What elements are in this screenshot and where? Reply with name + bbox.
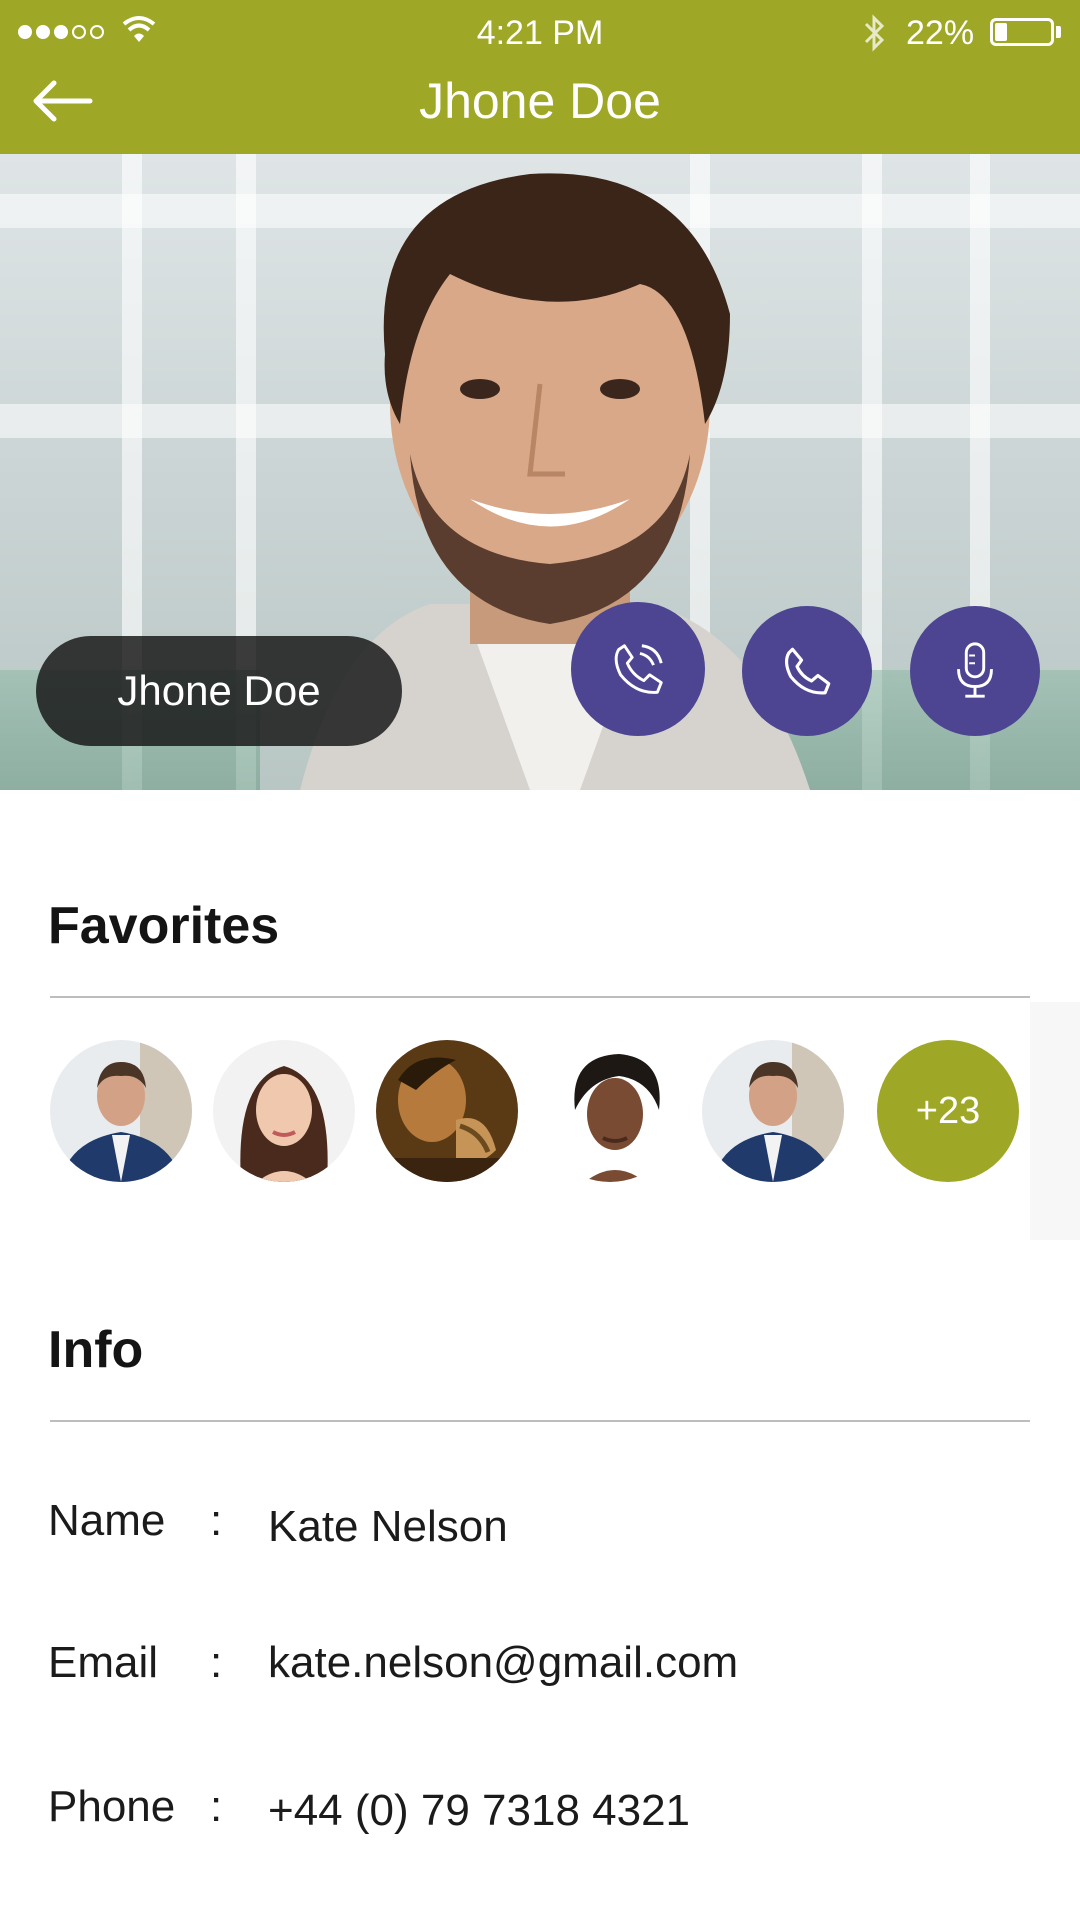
favorite-avatar[interactable] xyxy=(702,1040,844,1182)
page-title: Jhone Doe xyxy=(419,73,661,129)
favorites-list: +23 xyxy=(50,1040,1030,1182)
avatar-man-rope-icon xyxy=(376,1040,518,1182)
microphone-icon xyxy=(957,642,993,698)
app-header: 4:21 PM 22% Jhone Doe xyxy=(0,0,1080,154)
call-button[interactable] xyxy=(742,606,872,736)
status-bar: 4:21 PM 22% xyxy=(0,0,1080,64)
info-label: Name xyxy=(48,1496,166,1545)
favorite-avatar[interactable] xyxy=(50,1040,192,1182)
info-label: Phone xyxy=(48,1782,176,1831)
profile-name-badge: Jhone Doe xyxy=(36,636,402,746)
info-row-name: Name : Kate Nelson xyxy=(48,1496,1048,1556)
avatar-woman-curly-icon xyxy=(539,1040,681,1182)
bluetooth-icon xyxy=(864,14,885,52)
favorites-divider xyxy=(50,996,1030,998)
battery-percent: 22% xyxy=(906,14,975,52)
favorites-heading: Favorites xyxy=(48,897,280,955)
more-favorites-button[interactable]: +23 xyxy=(877,1040,1019,1182)
info-separator: : xyxy=(210,1782,223,1831)
info-heading: Info xyxy=(48,1321,144,1379)
info-value-name: Kate Nelson xyxy=(268,1502,508,1551)
favorite-avatar[interactable] xyxy=(213,1040,355,1182)
video-call-button[interactable] xyxy=(571,602,705,736)
info-row-phone: Phone : +44 (0) 79 7318 4321 xyxy=(48,1782,1048,1842)
info-value-phone[interactable]: +44 (0) 79 7318 4321 xyxy=(268,1786,690,1836)
profile-cover-photo: Jhone Doe xyxy=(0,154,1080,790)
favorites-scroll-edge xyxy=(1030,1002,1080,1240)
info-divider xyxy=(50,1420,1030,1422)
avatar-man-suit-icon xyxy=(702,1040,844,1182)
avatar-man-suit-icon xyxy=(50,1040,192,1182)
favorite-avatar[interactable] xyxy=(376,1040,518,1182)
phone-icon xyxy=(784,647,831,695)
avatar-woman-brunette-icon xyxy=(213,1040,355,1182)
battery-icon xyxy=(990,18,1054,46)
info-label: Email xyxy=(48,1638,159,1687)
favorite-avatar[interactable] xyxy=(539,1040,681,1182)
battery-nub xyxy=(1056,26,1061,38)
info-separator: : xyxy=(210,1638,223,1687)
voice-message-button[interactable] xyxy=(910,606,1040,736)
info-separator: : xyxy=(210,1496,223,1545)
info-value-email[interactable]: kate.nelson@gmail.com xyxy=(268,1638,738,1688)
phone-ringing-icon xyxy=(614,644,663,694)
info-row-email: Email : kate.nelson@gmail.com xyxy=(48,1638,1048,1698)
